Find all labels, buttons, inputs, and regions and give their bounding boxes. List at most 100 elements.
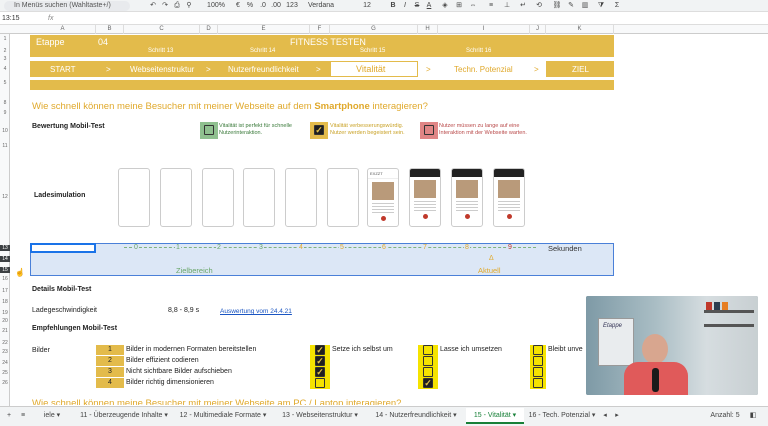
col-header[interactable]: D (200, 25, 218, 34)
col-header[interactable]: B (96, 25, 124, 34)
col-header[interactable]: I (438, 25, 530, 34)
all-sheets-icon[interactable]: ≡ (18, 408, 28, 424)
font-size-input[interactable]: 12 (360, 0, 374, 12)
step-label: Schritt 13 (148, 48, 174, 54)
tab-scroll-left-icon[interactable]: ◂ (600, 408, 610, 424)
selection-count[interactable]: Anzahl: 5 (708, 408, 742, 424)
font-select[interactable]: Verdana (308, 0, 348, 12)
explore-icon[interactable]: ◧ (748, 408, 758, 424)
tab-scroll-right-icon[interactable]: ▸ (612, 408, 622, 424)
sheet-tab[interactable]: 16 - Tech. Potenzial ▾ (526, 408, 598, 424)
col-header[interactable]: H (418, 25, 438, 34)
checkbox-self-3[interactable] (315, 367, 325, 377)
row-header[interactable]: 18 (0, 299, 10, 305)
print-icon[interactable]: ⎙ (172, 0, 182, 12)
row-header[interactable]: 21 (0, 328, 10, 334)
row-header[interactable]: 20 (0, 318, 10, 324)
row-header[interactable]: 12 (0, 194, 10, 200)
report-link[interactable]: Auswertung vom 24.4.21 (220, 308, 292, 315)
row-header[interactable]: 23 (0, 349, 10, 355)
col-header[interactable]: K (546, 25, 614, 34)
nav-vitalitaet[interactable]: Vitalität (356, 64, 385, 74)
comment-icon[interactable]: ✎ (566, 0, 576, 12)
col-header[interactable]: F (310, 25, 330, 34)
nav-techn-potenzial[interactable]: Techn. Potenzial (454, 65, 513, 74)
row-header[interactable]: 13 (0, 245, 10, 251)
nav-ziel[interactable]: ZIEL (572, 65, 589, 74)
bold-button[interactable]: B (389, 0, 397, 12)
paint-format-icon[interactable]: ⚲ (184, 0, 194, 12)
name-box[interactable]: 13:15 (2, 13, 38, 25)
borders-icon[interactable]: ⊞ (454, 0, 464, 12)
row-header[interactable]: 8 (0, 100, 10, 106)
row-header[interactable]: 19 (0, 310, 10, 316)
nav-nutzerfreundlichkeit[interactable]: Nutzerfreundlichkeit (228, 65, 299, 74)
checkbox-unchanged-4[interactable] (533, 378, 543, 388)
text-color-button[interactable]: A (425, 0, 433, 12)
nav-start[interactable]: START (50, 65, 75, 74)
col-header[interactable]: J (530, 25, 546, 34)
row-header[interactable]: 26 (0, 380, 10, 386)
fill-color-icon[interactable]: ◈ (440, 0, 450, 12)
sheet-tab[interactable]: 13 - Webseitenstruktur ▾ (274, 408, 366, 424)
row-header[interactable]: 9 (0, 110, 10, 116)
row-header[interactable]: 25 (0, 370, 10, 376)
redo-icon[interactable]: ↷ (160, 0, 170, 12)
row-header[interactable]: 10 (0, 128, 10, 134)
sheet-tab[interactable]: iele ▾ (30, 408, 74, 424)
wrap-icon[interactable]: ↵ (518, 0, 528, 12)
rotate-icon[interactable]: ⟲ (534, 0, 544, 12)
sheet-tab-active[interactable]: 15 - Vitalität ▾ (466, 408, 524, 424)
checkbox-unchanged-1[interactable] (533, 345, 543, 355)
col-header[interactable]: C (124, 25, 200, 34)
nav-webseitenstruktur[interactable]: Webseitenstruktur (130, 65, 194, 74)
sheet-tab[interactable]: 12 - Multimediale Formate ▾ (174, 408, 272, 424)
italic-button[interactable]: I (401, 0, 409, 12)
row-header[interactable]: 2 (0, 48, 10, 54)
formula-bar[interactable] (0, 13, 768, 25)
checkbox-delegate-4[interactable] (423, 378, 433, 388)
checkbox-self-4[interactable] (315, 378, 325, 388)
row-header[interactable]: 24 (0, 360, 10, 366)
row-header[interactable]: 16 (0, 276, 10, 282)
undo-icon[interactable]: ↶ (148, 0, 158, 12)
checkbox-delegate-1[interactable] (423, 345, 433, 355)
checkbox-unchanged-2[interactable] (533, 356, 543, 366)
row-header[interactable]: 4 (0, 66, 10, 72)
checkbox-delegate-3[interactable] (423, 367, 433, 377)
row-header[interactable]: 14 (0, 256, 10, 262)
link-icon[interactable]: ⛓ (552, 0, 562, 12)
col-header[interactable]: E (218, 25, 310, 34)
row-header[interactable]: 11 (0, 143, 10, 149)
row-header[interactable]: 3 (0, 56, 10, 62)
decimal-increase-button[interactable]: .00 (270, 0, 282, 12)
percent-button[interactable]: % (246, 0, 254, 12)
row-header[interactable]: 1 (0, 36, 10, 42)
sheet-tab[interactable]: 11 - Überzeugende Inhalte ▾ (76, 408, 172, 424)
col-header[interactable]: A (30, 25, 96, 34)
row-header[interactable]: 22 (0, 340, 10, 346)
col-header[interactable]: G (330, 25, 418, 34)
merge-icon[interactable]: ⇔ (468, 0, 478, 12)
row-header[interactable]: 15 (0, 267, 10, 273)
row-header[interactable]: 17 (0, 288, 10, 294)
menu-search-input[interactable]: In Menüs suchen (Wahltaste+/) (4, 1, 130, 11)
more-formats-button[interactable]: 123 (284, 0, 300, 12)
sheet-tab[interactable]: 14 - Nutzerfreundlichkeit ▾ (368, 408, 464, 424)
functions-button[interactable]: Σ (612, 0, 622, 12)
filter-icon[interactable]: ⧩ (596, 0, 606, 12)
row-header[interactable]: 5 (0, 80, 10, 86)
checkbox-self-2[interactable] (315, 356, 325, 366)
add-sheet-icon[interactable]: + (4, 408, 14, 424)
checkbox-delegate-2[interactable] (423, 356, 433, 366)
zoom-select[interactable]: 100% (204, 0, 228, 12)
align-icon[interactable]: ≡ (486, 0, 496, 12)
checkbox-unchanged-3[interactable] (533, 367, 543, 377)
decimal-decrease-button[interactable]: .0 (258, 0, 268, 12)
checkbox-self-1[interactable] (315, 345, 325, 355)
valign-icon[interactable]: ⊥ (502, 0, 512, 12)
active-cell[interactable] (30, 243, 96, 253)
strikethrough-button[interactable]: S (413, 0, 421, 12)
currency-button[interactable]: € (234, 0, 242, 12)
chart-icon[interactable]: ▥ (580, 0, 590, 12)
